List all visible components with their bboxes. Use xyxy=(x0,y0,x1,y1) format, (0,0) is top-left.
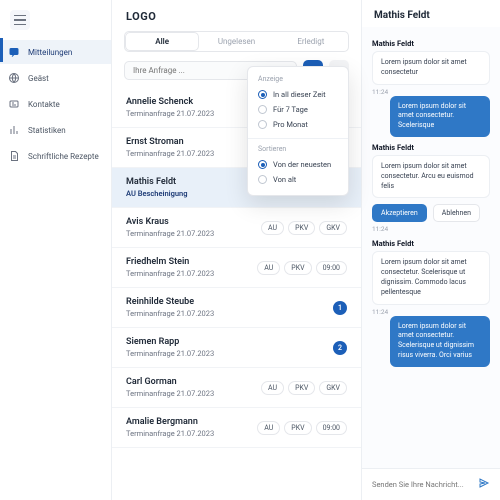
contact-name: Siemen Rapp xyxy=(126,337,214,347)
message-sender: Mathis Feldt xyxy=(372,39,490,48)
contact-sub: Terminanfrage 21.07.2023 xyxy=(126,149,214,158)
list-item[interactable]: Carl Gorman Terminanfrage 21.07.2023 AU PKV… xyxy=(112,368,361,408)
message-sender: Mathis Feldt xyxy=(372,239,490,248)
contact-name: Friedhelm Stein xyxy=(126,257,214,267)
message-outgoing: Lorem ipsum dolor sit amet consectetur. … xyxy=(390,96,490,137)
sidebar-item-label: Kontakte xyxy=(28,100,60,109)
chat-header: Mathis Feldt xyxy=(362,0,500,27)
filter-option-label: Pro Monat xyxy=(273,120,308,129)
filter-option-label: Für 7 Tage xyxy=(273,105,308,114)
radio-icon xyxy=(258,175,267,184)
contact-sub: Terminanfrage 21.07.2023 xyxy=(126,309,214,318)
tag-pill: 09:00 xyxy=(316,261,347,275)
contact-name: Mathis Feldt xyxy=(126,177,188,187)
message-incoming: Lorem ipsum dolor sit amet consectetur. … xyxy=(372,155,490,198)
radio-icon xyxy=(258,105,267,114)
stats-icon xyxy=(8,124,20,136)
send-button[interactable] xyxy=(478,477,490,492)
sidebar-item-label: Statistiken xyxy=(28,126,66,135)
menu-button[interactable] xyxy=(10,10,30,30)
sidebar-item-doc[interactable]: Schriftliche Rezepte xyxy=(0,144,111,168)
tag-pill: AU xyxy=(257,421,280,435)
tag-pill: PKV xyxy=(284,421,311,435)
contact-name: Amalie Bergmann xyxy=(126,417,214,427)
message-sender: Mathis Feldt xyxy=(372,143,490,152)
tag-pill: PKV xyxy=(284,261,311,275)
popup-section-title: Sortieren xyxy=(258,145,338,153)
tag-pill: GKV xyxy=(319,381,347,395)
list-item[interactable]: Amalie Bergmann Terminanfrage 21.07.2023 A… xyxy=(112,408,361,448)
filter-option[interactable]: Von der neuesten xyxy=(258,157,338,172)
radio-icon xyxy=(258,120,267,129)
contact-sub: Terminanfrage 21.07.2023 xyxy=(126,229,214,238)
sidebar-item-label: Geäst xyxy=(28,74,49,83)
filter-option[interactable]: Für 7 Tage xyxy=(258,102,338,117)
tab-alle[interactable]: Alle xyxy=(125,32,199,51)
globe-icon xyxy=(8,72,20,84)
tag-pill: 09:00 xyxy=(316,421,347,435)
radio-icon xyxy=(258,90,267,99)
popup-section-title: Anzeige xyxy=(258,75,338,83)
filter-option[interactable]: Pro Monat xyxy=(258,117,338,132)
chat-icon xyxy=(8,46,20,58)
contact-sub: Terminanfrage 21.07.2023 xyxy=(126,269,214,278)
sidebar-item-chat[interactable]: Mitteilungen xyxy=(0,40,111,64)
sidebar-item-globe[interactable]: Geäst xyxy=(0,66,111,90)
contact-sub: Terminanfrage 21.07.2023 xyxy=(126,389,214,398)
list-item[interactable]: Friedhelm Stein Terminanfrage 21.07.2023 A… xyxy=(112,248,361,288)
message-timestamp: 11:24 xyxy=(372,308,490,316)
tag-pill: PKV xyxy=(288,221,315,235)
filter-option-label: Von alt xyxy=(273,175,296,184)
unread-badge: 1 xyxy=(333,301,347,315)
contact-name: Annelie Schenck xyxy=(126,97,214,107)
radio-icon xyxy=(258,160,267,169)
sidebar-item-label: Mitteilungen xyxy=(28,48,72,57)
contact-name: Ernst Stroman xyxy=(126,137,214,147)
contact-name: Avis Kraus xyxy=(126,217,214,227)
list-item[interactable]: Reinhilde Steube Terminanfrage 21.07.2023… xyxy=(112,288,361,328)
sidebar-item-stats[interactable]: Statistiken xyxy=(0,118,111,142)
filter-popup: Anzeige In all dieser Zeit Für 7 Tage Pro … xyxy=(247,66,349,196)
unread-badge: 2 xyxy=(333,341,347,355)
message-outgoing: Lorem ipsum dolor sit amet consectetur. … xyxy=(390,316,490,367)
decline-button[interactable]: Ablehnen xyxy=(433,204,480,222)
sidebar-item-card[interactable]: Kontakte xyxy=(0,92,111,116)
filter-option[interactable]: In all dieser Zeit xyxy=(258,87,338,102)
contact-sub: AU Bescheinigung xyxy=(126,189,188,198)
tag-pill: AU xyxy=(261,381,284,395)
sidebar-item-label: Schriftliche Rezepte xyxy=(28,152,99,161)
list-item[interactable]: Avis Kraus Terminanfrage 21.07.2023 AU PKV G… xyxy=(112,208,361,248)
contact-sub: Terminanfrage 21.07.2023 xyxy=(126,349,214,358)
filter-option-label: In all dieser Zeit xyxy=(273,90,326,99)
doc-icon xyxy=(8,150,20,162)
message-timestamp: 11:24 xyxy=(372,225,490,233)
tab-ungelesen[interactable]: Ungelesen xyxy=(199,32,273,51)
contact-sub: Terminanfrage 21.07.2023 xyxy=(126,109,214,118)
message-incoming: Lorem ipsum dolor sit amet consectetur. … xyxy=(372,251,490,304)
message-incoming: Lorem ipsum dolor sit amet consectetur xyxy=(372,51,490,85)
tab-erledigt[interactable]: Erledigt xyxy=(274,32,348,51)
list-item[interactable]: Siemen Rapp Terminanfrage 21.07.2023 2 xyxy=(112,328,361,368)
filter-option-label: Von der neuesten xyxy=(273,160,331,169)
message-timestamp: 11:24 xyxy=(372,88,490,96)
contact-name: Carl Gorman xyxy=(126,377,214,387)
tag-pill: GKV xyxy=(319,221,347,235)
contact-sub: Terminanfrage 21.07.2023 xyxy=(126,429,214,438)
logo: LOGO xyxy=(112,0,361,31)
contact-name: Reinhilde Steube xyxy=(126,297,214,307)
tag-pill: PKV xyxy=(288,381,315,395)
message-input[interactable] xyxy=(372,480,478,489)
card-icon xyxy=(8,98,20,110)
tag-pill: AU xyxy=(257,261,280,275)
filter-option[interactable]: Von alt xyxy=(258,172,338,187)
tag-pill: AU xyxy=(261,221,284,235)
accept-button[interactable]: Akzeptieren xyxy=(372,204,427,222)
